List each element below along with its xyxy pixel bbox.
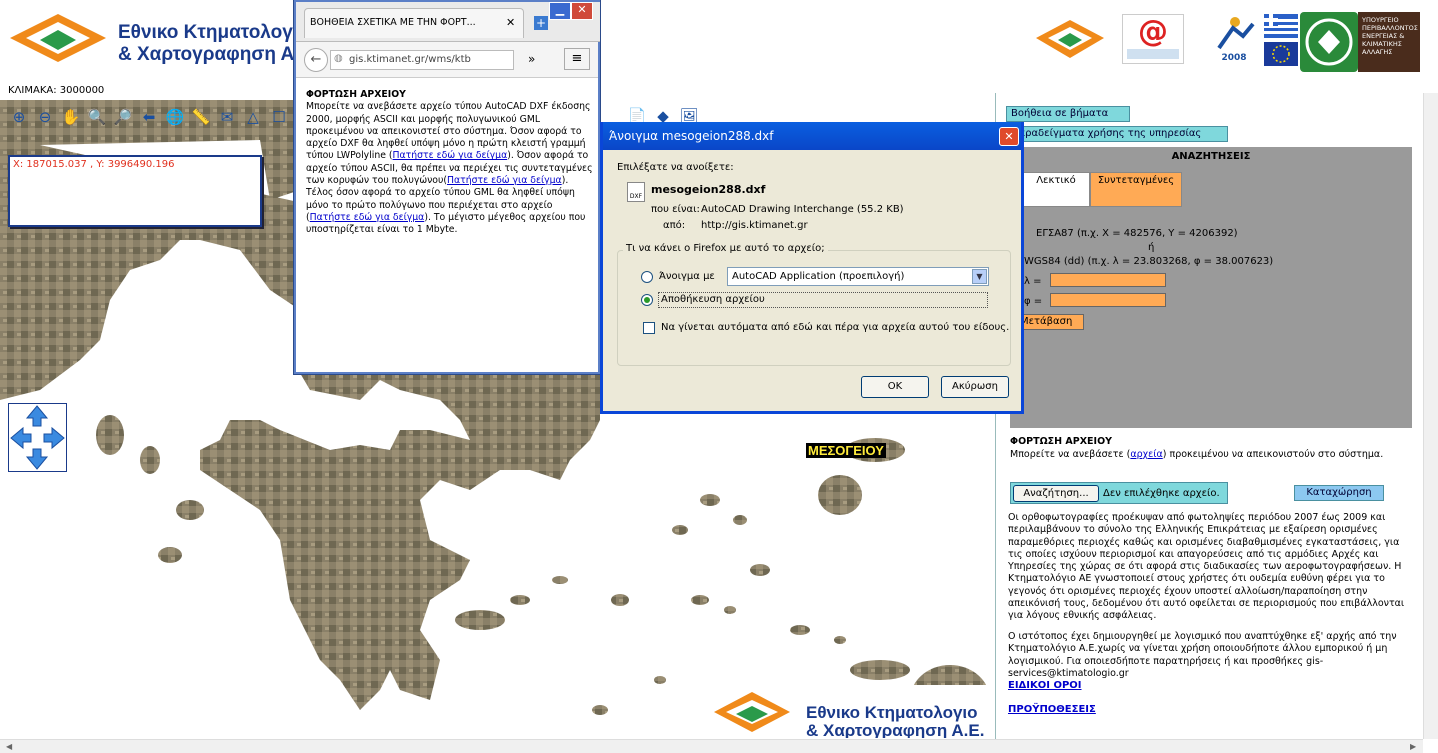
- tab-lexical[interactable]: Λεκτικό: [1022, 172, 1090, 207]
- type-label: που είναι:: [651, 204, 700, 215]
- popup-content: ΦΟΡΤΩΣΗ ΑΡΧΕΙΟΥ Μπορείτε να ανεβάσετε αρ…: [306, 89, 596, 237]
- tool-extra-icon[interactable]: ☐: [268, 106, 290, 128]
- greece-eu-flags-icon: [1264, 14, 1298, 68]
- upload-text: Μπορείτε να ανεβάσετε (αρχεία) προκειμέν…: [1010, 448, 1384, 460]
- save-file-label: Αποθήκευση αρχείου: [658, 292, 988, 308]
- region-label[interactable]: ΜΕΣΟΓΕΙΟΥ: [806, 443, 886, 458]
- auto-label: Να γίνεται αυτόματα από εδώ και πέρα για…: [661, 322, 1010, 333]
- download-dialog: Άνοιγμα mesogeion288.dxf ✕ Επιλέξατε να …: [600, 122, 1024, 414]
- popup-tab-title: ΒΟΗΘΕΙΑ ΣΧΕΤΙΚΑ ΜΕ ΤΗΝ ΦΟΡΤ...: [310, 17, 476, 28]
- open-with-radio[interactable]: [641, 271, 653, 283]
- wgs-hint: WGS84 (dd) (π.χ. λ = 23.803268, φ = 38.0…: [1024, 256, 1274, 267]
- prerequisites-link[interactable]: ΠΡΟΫΠΟΘΕΣΕΙΣ: [1008, 704, 1096, 715]
- brand-logo-icon: [8, 12, 108, 64]
- sample-link-gml[interactable]: Πατήστε εδώ για δείγμα: [310, 212, 425, 223]
- submit-button[interactable]: Καταχώρηση: [1294, 485, 1384, 501]
- globe-icon[interactable]: 🌐: [164, 106, 186, 128]
- polygon-icon[interactable]: △: [242, 106, 264, 128]
- scroll-right-icon[interactable]: ▶: [1410, 742, 1416, 751]
- menu-icon[interactable]: ≡: [564, 48, 590, 70]
- select-chevron-down-icon[interactable]: ▼: [972, 269, 987, 284]
- radio-selected-dot: [644, 297, 650, 303]
- globe-site-icon: ◍: [334, 53, 343, 64]
- zoom-extent-icon[interactable]: ⬅: [138, 106, 160, 128]
- scale-label: ΚΛΙΜΑΚΑ: 3000000: [8, 85, 105, 96]
- cancel-button[interactable]: Ακύρωση: [941, 376, 1009, 398]
- overflow-chevron-icon[interactable]: »: [528, 52, 535, 66]
- lambda-label: λ =: [1024, 276, 1042, 287]
- search-title: ΑΝΑΖΗΤΗΣΕΙΣ: [1171, 151, 1251, 162]
- lambda-input[interactable]: [1050, 273, 1166, 287]
- ktimatologio-emblem-icon: [1034, 18, 1106, 62]
- browse-button[interactable]: Αναζήτηση...: [1013, 485, 1099, 502]
- popup-heading: ΦΟΡΤΩΣΗ ΑΡΧΕΙΟΥ: [306, 89, 406, 100]
- dialog-close-icon[interactable]: ✕: [999, 127, 1019, 146]
- chosen-label: Επιλέξατε να ανοίξετε:: [617, 162, 734, 173]
- phi-label: φ =: [1024, 296, 1043, 307]
- map-logo-emblem: [712, 690, 792, 738]
- upload-files-link[interactable]: αρχεία: [1130, 449, 1162, 460]
- hand-pan-icon[interactable]: ✋: [60, 106, 82, 128]
- dialog-title: Άνοιγμα mesogeion288.dxf: [603, 122, 1021, 150]
- go-button[interactable]: Μετάβαση: [1016, 314, 1084, 330]
- dxf-file-icon: DXF: [627, 182, 645, 202]
- measure-distance-icon[interactable]: 📏: [190, 106, 212, 128]
- disclaimer-text-2: Ο ιστότοπος έχει δημιουργηθεί με λογισμι…: [1008, 631, 1397, 679]
- close-window-icon[interactable]: ✕: [571, 2, 593, 20]
- minimize-icon[interactable]: ▁: [549, 2, 571, 20]
- greece-2008-icon: 2008: [1206, 14, 1262, 70]
- open-with-label: Άνοιγμα με: [659, 271, 715, 282]
- tab-close-icon[interactable]: ✕: [506, 16, 515, 29]
- egsa-hint: ΕΓΣΑ87 (π.χ. X = 482576, Y = 4206392): [1036, 228, 1238, 239]
- help-popup-window: ΒΟΗΘΕΙΑ ΣΧΕΤΙΚΑ ΜΕ ΤΗΝ ΦΟΡΤ... ✕ + ▁ ✕ ←…: [294, 0, 600, 374]
- info-section: ΦΟΡΤΩΣΗ ΑΡΧΕΙΟΥ Μπορείτε να ανεβάσετε (α…: [1008, 436, 1413, 461]
- url-bar[interactable]: gis.ktimanet.gr/wms/ktb: [330, 50, 514, 70]
- terms-link[interactable]: ΕΙΔΙΚΟΙ ΟΡΟΙ: [1008, 680, 1082, 691]
- back-icon[interactable]: ←: [304, 48, 328, 72]
- open-with-select[interactable]: AutoCAD Application (προεπιλογή): [727, 267, 989, 286]
- file-name: mesogeion288.dxf: [651, 183, 766, 196]
- popup-paragraph: Μπορείτε να ανεβάσετε αρχείο τύπου AutoC…: [306, 101, 593, 236]
- map-toolbar: ⊕ ⊖ ✋ 🔍 🔎 ⬅ 🌐 📏 ✉ △ ☐: [8, 106, 290, 128]
- tab-coordinates[interactable]: Συντεταγμένες: [1090, 172, 1182, 207]
- no-file-label: Δεν επιλέχθηκε αρχείο.: [1103, 488, 1220, 499]
- action-question: Τι να κάνει ο Firefox με αυτό το αρχείο;: [623, 243, 828, 254]
- egov-at-icon: @: [1122, 14, 1184, 64]
- pan-plus-icon[interactable]: ⊕: [8, 106, 30, 128]
- pan-minus-icon[interactable]: ⊖: [34, 106, 56, 128]
- ministry-emblem-icon: [1300, 12, 1358, 72]
- sample-link-ascii[interactable]: Πατήστε εδώ για δείγμα: [447, 175, 562, 186]
- map-logo-text: Εθνικο Κτηματολογιο & Χαρτογραφηση Α.Ε.: [806, 704, 985, 738]
- auto-checkbox[interactable]: [643, 322, 655, 334]
- scroll-left-icon[interactable]: ◀: [6, 742, 12, 751]
- from-value: http://gis.ktimanet.gr: [701, 220, 808, 231]
- phi-input[interactable]: [1050, 293, 1166, 307]
- or-label: ή: [1148, 242, 1155, 253]
- brand-logo-text[interactable]: Εθνικο Κτηματολογιο & Χαρτογραφηση Α.Ε.: [118, 22, 296, 66]
- coordinates-text: X: 187015.037 , Y: 3996490.196: [13, 159, 175, 170]
- pan-arrows-icon[interactable]: [9, 404, 66, 471]
- zoom-out-icon[interactable]: 🔎: [112, 106, 134, 128]
- navigation-pad[interactable]: [8, 403, 67, 472]
- examples-button[interactable]: Παραδείγματα χρήσης της υπηρεσίας: [1006, 126, 1228, 142]
- save-file-radio[interactable]: [641, 294, 653, 306]
- help-steps-button[interactable]: Βοήθεια σε βήματα: [1006, 106, 1130, 122]
- ministry-label: ΥΠΟΥΡΓΕΙΟ ΠΕΡΙΒΑΛΛΟΝΤΟΣ ΕΝΕΡΓΕΙΑΣ & ΚΛΙΜ…: [1358, 12, 1420, 72]
- zoom-in-icon[interactable]: 🔍: [86, 106, 108, 128]
- coordinates-readout: X: 187015.037 , Y: 3996490.196: [8, 155, 262, 227]
- vertical-scrollbar[interactable]: [1423, 93, 1438, 739]
- horizontal-scrollbar[interactable]: [0, 739, 1423, 753]
- upload-title: ΦΟΡΤΩΣΗ ΑΡΧΕΙΟΥ: [1010, 436, 1113, 447]
- disclaimer-text: Οι ορθοφωτογραφίες προέκυψαν από φωτοληψ…: [1008, 512, 1405, 622]
- new-tab-icon[interactable]: +: [534, 16, 548, 30]
- from-label: από:: [663, 220, 686, 231]
- measure-area-icon[interactable]: ✉: [216, 106, 238, 128]
- type-value: AutoCAD Drawing Interchange (55.2 KB): [701, 204, 904, 215]
- sample-link-dxf[interactable]: Πατήστε εδώ για δείγμα: [393, 150, 508, 161]
- ok-button[interactable]: OK: [861, 376, 929, 398]
